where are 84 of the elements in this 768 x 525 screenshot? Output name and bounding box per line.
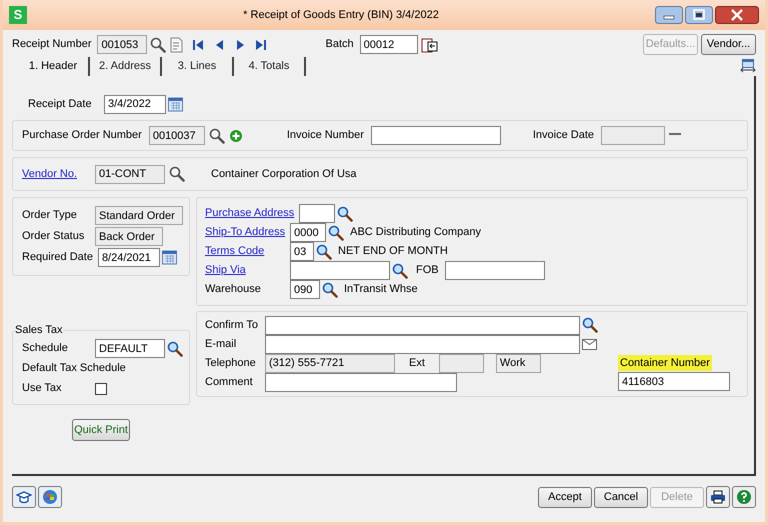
input-field[interactable] <box>438 354 484 372</box>
search-icon[interactable] <box>582 317 598 333</box>
field-label: Receipt Date <box>28 96 93 112</box>
field-label: Confirm To <box>205 318 259 333</box>
input-field[interactable]: Standard Order <box>95 206 183 225</box>
field-label: Order Status <box>22 229 86 244</box>
input-field[interactable]: 001053 <box>97 35 148 54</box>
search-icon[interactable] <box>328 224 344 240</box>
field-label: Ext <box>409 356 425 371</box>
field-label: Order Type <box>22 208 78 224</box>
field-link[interactable]: Vendor No. <box>22 166 91 182</box>
quick-print-button[interactable]: Quick Print <box>72 419 130 441</box>
accept-button[interactable]: Accept <box>538 486 592 508</box>
print-icon[interactable] <box>706 486 730 508</box>
input-field[interactable]: 00012 <box>360 35 418 54</box>
field-label: Batch <box>325 37 355 52</box>
field-label: Warehouse <box>205 282 262 298</box>
field-link[interactable]: Ship Via <box>205 262 288 279</box>
input-field[interactable] <box>444 261 545 280</box>
field-link[interactable]: Terms Code <box>205 243 288 260</box>
calendar-icon[interactable] <box>162 250 177 265</box>
graduation-cap-icon[interactable] <box>12 486 36 508</box>
input-field[interactable] <box>290 261 390 280</box>
field-description: InTransit Whse <box>344 282 418 298</box>
window-title: * Receipt of Goods Entry (BIN) 3/4/2022 <box>242 8 440 23</box>
globe-icon[interactable] <box>38 486 62 508</box>
input-field[interactable]: DEFAULT <box>95 339 165 358</box>
input-field[interactable]: 0000 <box>290 223 326 242</box>
search-icon[interactable] <box>169 166 185 182</box>
input-field[interactable]: Work <box>496 354 541 372</box>
field-label: Schedule <box>22 341 69 356</box>
field-label: Required Date <box>22 250 94 266</box>
tax-description: Default Tax Schedule <box>22 361 127 376</box>
input-field[interactable] <box>265 372 457 392</box>
input-field[interactable]: Back Order <box>95 227 163 246</box>
input-field[interactable]: 3/4/2022 <box>104 94 166 114</box>
help-icon[interactable] <box>732 486 756 508</box>
close-icon[interactable] <box>715 6 759 24</box>
search-icon[interactable] <box>150 36 166 52</box>
input-field[interactable] <box>265 334 580 354</box>
envelope-icon[interactable] <box>582 338 597 350</box>
use-tax-checkbox[interactable] <box>95 382 107 394</box>
input-field[interactable]: 090 <box>290 280 320 299</box>
input-field[interactable] <box>370 126 501 145</box>
field-link[interactable]: Ship-To Address <box>205 224 288 241</box>
document-icon[interactable] <box>169 36 186 52</box>
add-icon[interactable] <box>228 128 243 142</box>
input-field[interactable]: 4116803 <box>618 372 730 391</box>
field-label: Comment <box>205 374 254 390</box>
input-field[interactable] <box>265 316 580 334</box>
search-icon[interactable] <box>392 262 408 278</box>
field-label: E-mail <box>205 336 238 352</box>
field-label: FOB <box>416 263 439 278</box>
input-field[interactable] <box>299 204 336 223</box>
field-label: Telephone <box>205 356 257 371</box>
field-label: Invoice Date <box>532 128 596 144</box>
search-icon[interactable] <box>316 244 332 260</box>
vendor-name: Container Corporation Of Usa <box>211 166 357 182</box>
field-description: NET END OF MONTH <box>338 244 448 260</box>
field-description: ABC Distributing Company <box>350 225 481 240</box>
cancel-button[interactable]: Cancel <box>594 486 648 508</box>
field-label: Purchase Order Number <box>22 128 143 144</box>
search-icon[interactable] <box>208 128 225 144</box>
calendar-icon[interactable] <box>168 96 183 112</box>
vendor-button[interactable]: Vendor... <box>701 34 756 55</box>
input-field[interactable]: 01-CONT <box>95 164 165 184</box>
maximize-icon[interactable] <box>685 6 713 24</box>
input-field[interactable]: 03 <box>290 242 314 261</box>
input-field[interactable] <box>601 126 666 145</box>
field-label: Invoice Number <box>286 128 365 144</box>
search-icon[interactable] <box>337 206 354 222</box>
field-label: Container Number <box>618 354 712 371</box>
field-link[interactable]: Purchase Address <box>205 205 298 222</box>
field-label: Receipt Number <box>12 37 92 52</box>
input-field[interactable]: 0010037 <box>148 126 205 145</box>
layout-icon[interactable] <box>740 58 756 74</box>
search-icon[interactable] <box>167 340 183 356</box>
search-icon[interactable] <box>322 282 338 298</box>
app-icon: S <box>9 6 27 24</box>
field-label: Use Tax <box>22 381 63 396</box>
input-field[interactable]: (312) 555-7721 <box>265 354 395 372</box>
minimize-icon[interactable] <box>655 6 683 24</box>
clipboard-icon[interactable] <box>420 36 438 52</box>
input-field[interactable]: 8/24/2021 <box>98 248 160 267</box>
